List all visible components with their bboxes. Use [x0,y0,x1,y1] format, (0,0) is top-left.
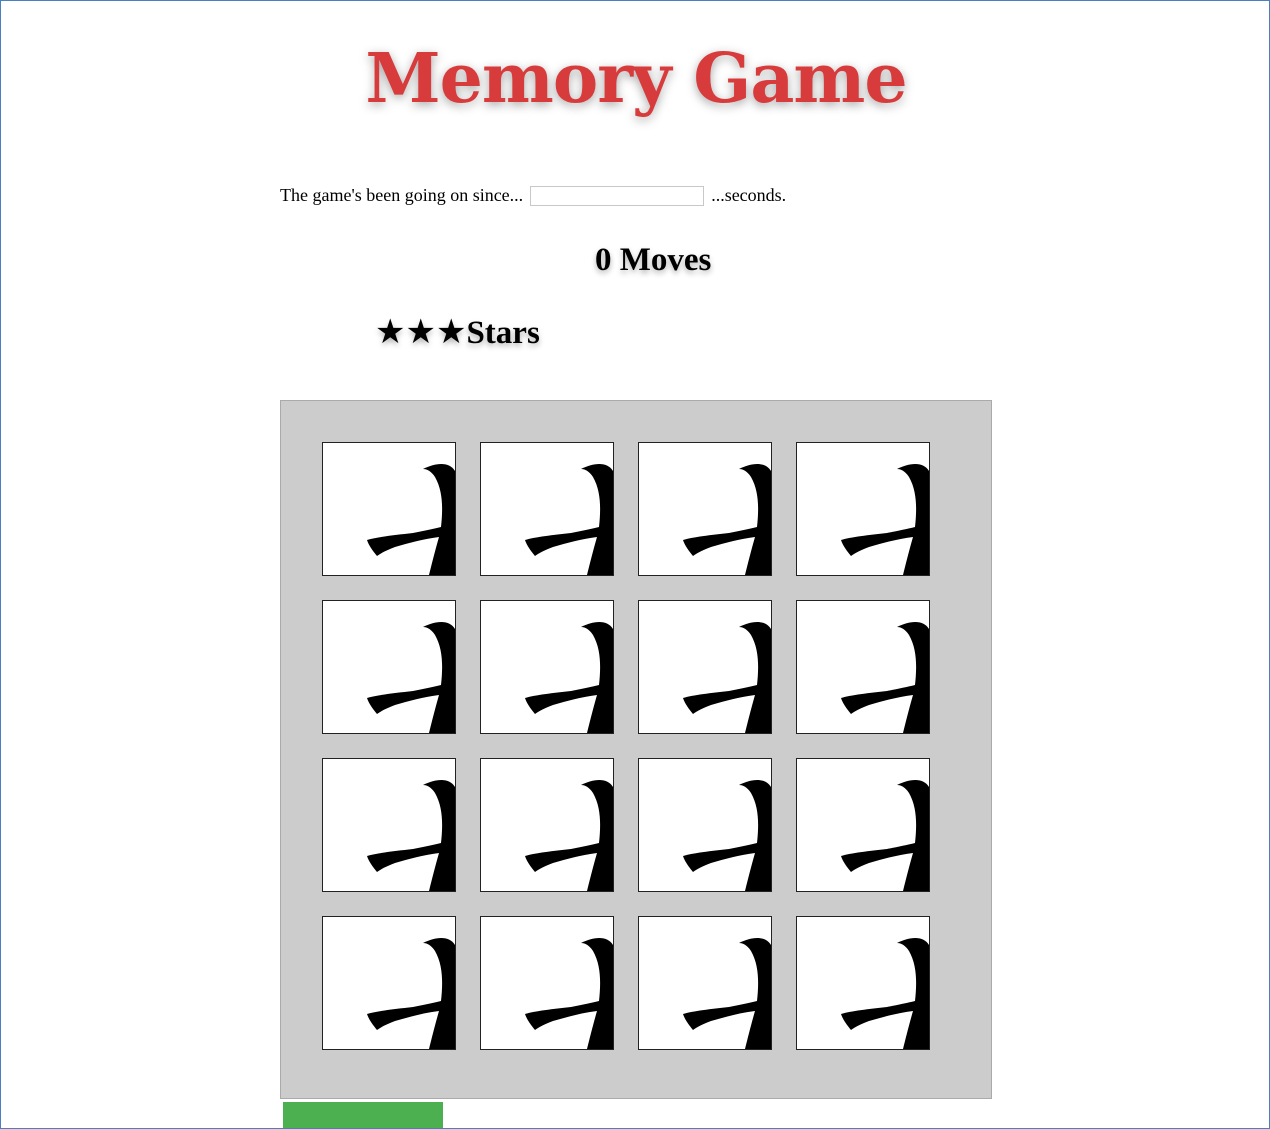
star-icons: ★★★ [375,312,467,352]
memory-card[interactable] [638,442,772,576]
star-rating-label: Stars [466,315,540,351]
memory-card[interactable] [480,600,614,734]
timer-suffix: ...seconds. [711,185,787,205]
restart-button[interactable]: Restart Game [283,1102,443,1128]
timer-prefix: The game's been going on since... [280,185,524,205]
memory-card[interactable] [480,758,614,892]
memory-card[interactable] [796,916,930,1050]
memory-card[interactable] [638,758,772,892]
timer-row: The game's been going on since... ...sec… [280,185,786,206]
memory-card[interactable] [322,442,456,576]
page-title: Memory Game [365,39,907,119]
star-rating: ★★★ Stars [375,315,540,352]
memory-card[interactable] [480,916,614,1050]
memory-card[interactable] [322,600,456,734]
memory-card[interactable] [322,758,456,892]
app-window: Memory Game The game's been going on sin… [0,0,1270,1129]
card-board [280,400,992,1099]
memory-card[interactable] [638,916,772,1050]
moves-counter: 0 Moves [595,242,712,278]
memory-card[interactable] [796,600,930,734]
timer-field[interactable] [530,185,705,206]
memory-card[interactable] [480,442,614,576]
memory-card[interactable] [322,916,456,1050]
memory-card[interactable] [796,442,930,576]
memory-card[interactable] [796,758,930,892]
memory-card[interactable] [638,600,772,734]
